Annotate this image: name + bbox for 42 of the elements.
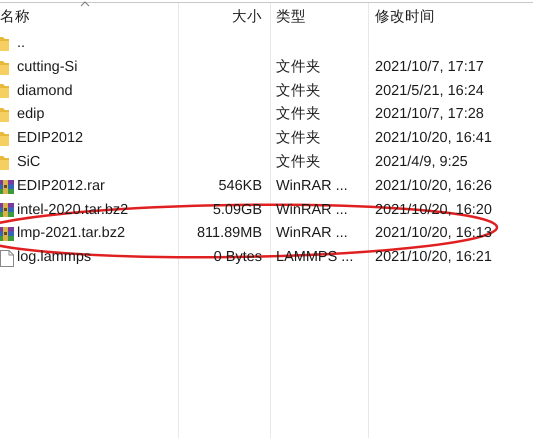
archive-icon [0, 226, 14, 242]
file-name[interactable]: edip [17, 104, 44, 126]
archive-icon [0, 178, 14, 195]
folder-icon [0, 131, 9, 148]
file-name[interactable]: SiC [17, 152, 40, 174]
file-name[interactable]: .. [17, 33, 26, 55]
column-header[interactable]: 修改时间 [375, 8, 435, 25]
modified-time: 2021/10/7, 17:17 [375, 58, 484, 75]
modified-time: 2021/5/21, 16:24 [375, 82, 484, 99]
file-size: 5.09GB [212, 202, 262, 218]
file-name[interactable]: lmp-2021.tar.bz2 [17, 223, 126, 246]
archive-icon [0, 202, 14, 218]
modified-time: 2021/10/20, 16:41 [375, 130, 492, 146]
folder-icon [0, 60, 9, 76]
column-header[interactable]: 类型 [276, 8, 306, 25]
file-type: WinRAR ... [276, 225, 348, 242]
folder-icon [0, 36, 9, 52]
column-header[interactable]: 名称 [0, 8, 30, 25]
file-name[interactable]: EDIP2012.rar [17, 176, 105, 198]
file-name[interactable]: EDIP2012 [17, 128, 84, 150]
column-header[interactable]: 大小 [232, 8, 262, 25]
file-type: 文件夹 [276, 130, 321, 146]
folder-icon [0, 107, 9, 124]
folder-icon [0, 154, 9, 171]
file-name[interactable]: log.lammps [17, 247, 92, 269]
modified-time: 2021/10/7, 17:28 [375, 106, 484, 122]
file-type: WinRAR ... [276, 202, 348, 218]
folder-icon [0, 83, 9, 100]
file-name[interactable]: diamond [17, 80, 73, 102]
modified-time: 2021/10/20, 16:13 [375, 225, 492, 242]
file-icon [0, 250, 14, 267]
modified-time: 2021/4/9, 9:25 [375, 154, 468, 170]
file-size: 811.89MB [196, 225, 262, 242]
modified-time: 2021/10/20, 16:26 [375, 178, 492, 194]
file-type: WinRAR ... [276, 178, 348, 194]
file-type: 文件夹 [276, 154, 321, 170]
file-type: 文件夹 [276, 58, 321, 75]
file-type: 文件夹 [276, 106, 321, 122]
file-size: 546KB [218, 178, 262, 194]
file-name[interactable]: cutting-Si [17, 56, 78, 79]
file-type: 文件夹 [276, 82, 321, 99]
modified-time: 2021/10/20, 16:21 [375, 249, 492, 266]
